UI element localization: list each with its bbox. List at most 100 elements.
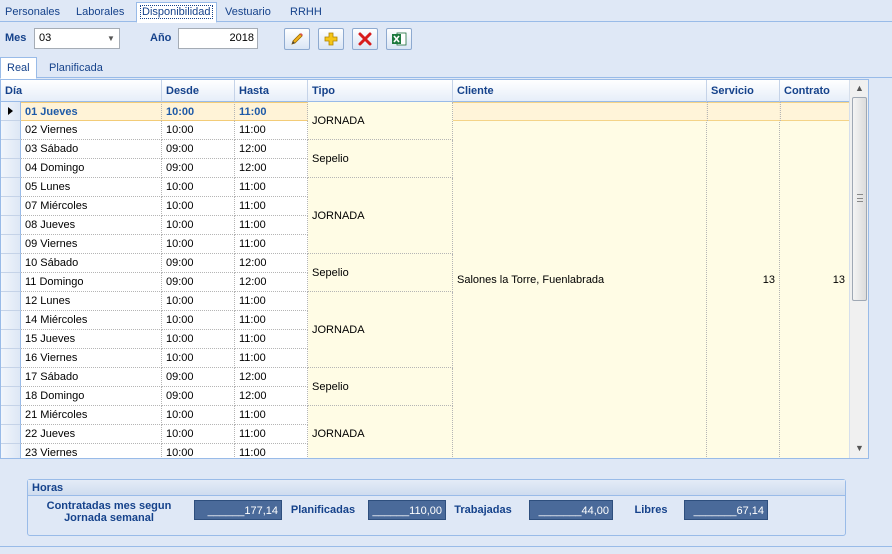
row-selector[interactable]: [1, 159, 21, 178]
mes-select[interactable]: 03 ▼: [34, 28, 120, 49]
cell-tipo[interactable]: JORNADA: [308, 292, 453, 368]
cell-hasta[interactable]: 12:00: [235, 368, 308, 387]
add-button[interactable]: [318, 28, 344, 50]
cell-hasta[interactable]: 11:00: [235, 235, 308, 254]
cell-desde[interactable]: 10:00: [162, 197, 235, 216]
cell-dia[interactable]: 01 Jueves: [21, 102, 162, 121]
delete-button[interactable]: [352, 28, 378, 50]
cell-dia[interactable]: 09 Viernes: [21, 235, 162, 254]
edit-button[interactable]: [284, 28, 310, 50]
cell-desde[interactable]: 09:00: [162, 140, 235, 159]
column-header-tipo[interactable]: Tipo: [308, 80, 453, 102]
cell-hasta[interactable]: 12:00: [235, 140, 308, 159]
cell-desde[interactable]: 10:00: [162, 178, 235, 197]
row-selector[interactable]: [1, 368, 21, 387]
row-selector[interactable]: [1, 425, 21, 444]
cell-dia[interactable]: 21 Miércoles: [21, 406, 162, 425]
cell-tipo[interactable]: Sepelio: [308, 140, 453, 178]
cell-desde[interactable]: 10:00: [162, 235, 235, 254]
cell-hasta[interactable]: 12:00: [235, 254, 308, 273]
row-selector[interactable]: [1, 254, 21, 273]
cell-hasta[interactable]: 12:00: [235, 159, 308, 178]
cell-dia[interactable]: 15 Jueves: [21, 330, 162, 349]
row-selector[interactable]: [1, 216, 21, 235]
cell-hasta[interactable]: 11:00: [235, 292, 308, 311]
row-selector[interactable]: [1, 444, 21, 458]
cell-dia[interactable]: 12 Lunes: [21, 292, 162, 311]
tab-planificada[interactable]: Planificada: [49, 60, 103, 78]
cell-desde[interactable]: 09:00: [162, 368, 235, 387]
cell-hasta[interactable]: 11:00: [235, 406, 308, 425]
row-selector[interactable]: [1, 406, 21, 425]
cell-desde[interactable]: 09:00: [162, 387, 235, 406]
column-header-servicio[interactable]: Servicio: [707, 80, 780, 102]
cell-hasta[interactable]: 11:00: [235, 444, 308, 458]
cell-tipo[interactable]: JORNADA: [308, 102, 453, 140]
cell-desde[interactable]: 10:00: [162, 425, 235, 444]
cell-dia[interactable]: 17 Sábado: [21, 368, 162, 387]
tab-personales[interactable]: Personales: [5, 4, 60, 22]
cell-desde[interactable]: 10:00: [162, 216, 235, 235]
row-selector[interactable]: [1, 292, 21, 311]
anio-input[interactable]: 2018: [178, 28, 258, 49]
cell-desde[interactable]: 10:00: [162, 292, 235, 311]
scroll-thumb[interactable]: [852, 97, 867, 301]
cell-dia[interactable]: 14 Miércoles: [21, 311, 162, 330]
row-selector[interactable]: [1, 121, 21, 140]
row-selector[interactable]: [1, 273, 21, 292]
cell-hasta[interactable]: 11:00: [235, 425, 308, 444]
column-header-dia[interactable]: Día: [1, 80, 162, 102]
cell-tipo[interactable]: JORNADA: [308, 406, 453, 458]
column-header-cliente[interactable]: Cliente: [453, 80, 707, 102]
column-header-contrato[interactable]: Contrato: [780, 80, 850, 102]
cell-desde[interactable]: 10:00: [162, 311, 235, 330]
cell-hasta[interactable]: 11:00: [235, 197, 308, 216]
cell-tipo[interactable]: Sepelio: [308, 368, 453, 406]
cell-hasta[interactable]: 11:00: [235, 121, 308, 140]
cell-dia[interactable]: 16 Viernes: [21, 349, 162, 368]
cell-dia[interactable]: 11 Domingo: [21, 273, 162, 292]
tab-rrhh[interactable]: RRHH: [290, 4, 322, 22]
row-selector[interactable]: [1, 387, 21, 406]
cell-desde[interactable]: 10:00: [162, 102, 235, 121]
row-selector[interactable]: [1, 311, 21, 330]
cell-hasta[interactable]: 12:00: [235, 273, 308, 292]
cell-desde[interactable]: 10:00: [162, 330, 235, 349]
cell-dia[interactable]: 22 Jueves: [21, 425, 162, 444]
row-selector[interactable]: [1, 349, 21, 368]
cell-hasta[interactable]: 11:00: [235, 330, 308, 349]
cell-hasta[interactable]: 12:00: [235, 387, 308, 406]
tab-laborales[interactable]: Laborales: [76, 4, 124, 22]
row-selector[interactable]: [1, 330, 21, 349]
cell-cliente[interactable]: Salones la Torre, Fuenlabrada: [453, 102, 707, 458]
cell-desde[interactable]: 10:00: [162, 349, 235, 368]
cell-desde[interactable]: 09:00: [162, 273, 235, 292]
cell-dia[interactable]: 04 Domingo: [21, 159, 162, 178]
cell-tipo[interactable]: JORNADA: [308, 178, 453, 254]
cell-tipo[interactable]: Sepelio: [308, 254, 453, 292]
cell-hasta[interactable]: 11:00: [235, 102, 308, 121]
cell-servicio[interactable]: 13: [707, 102, 780, 458]
cell-dia[interactable]: 03 Sábado: [21, 140, 162, 159]
cell-contrato[interactable]: 13: [780, 102, 850, 458]
cell-hasta[interactable]: 11:00: [235, 349, 308, 368]
cell-hasta[interactable]: 11:00: [235, 178, 308, 197]
cell-hasta[interactable]: 11:00: [235, 311, 308, 330]
row-selector[interactable]: [1, 102, 21, 121]
cell-desde[interactable]: 10:00: [162, 406, 235, 425]
cell-dia[interactable]: 23 Viernes: [21, 444, 162, 458]
row-selector[interactable]: [1, 140, 21, 159]
cell-dia[interactable]: 18 Domingo: [21, 387, 162, 406]
column-header-hasta[interactable]: Hasta: [235, 80, 308, 102]
row-selector[interactable]: [1, 178, 21, 197]
row-selector[interactable]: [1, 197, 21, 216]
tab-vestuario[interactable]: Vestuario: [225, 4, 271, 22]
cell-dia[interactable]: 10 Sábado: [21, 254, 162, 273]
row-selector[interactable]: [1, 235, 21, 254]
vertical-scrollbar[interactable]: ▲ ▼: [849, 80, 868, 458]
cell-dia[interactable]: 02 Viernes: [21, 121, 162, 140]
cell-desde[interactable]: 10:00: [162, 444, 235, 458]
tab-disponibilidad[interactable]: Disponibilidad: [136, 2, 217, 23]
export-excel-button[interactable]: [386, 28, 412, 50]
cell-desde[interactable]: 10:00: [162, 121, 235, 140]
